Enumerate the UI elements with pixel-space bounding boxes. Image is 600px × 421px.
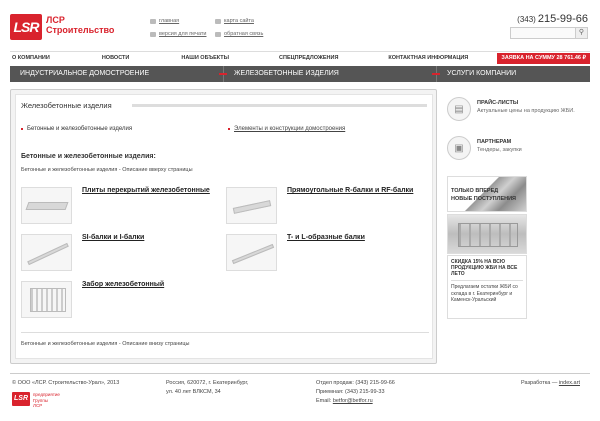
price-list-title: ПРАЙС-ЛИСТЫ (477, 100, 519, 106)
category-link[interactable]: Элементы и конструкции домостроения (228, 126, 345, 132)
warehouse-image[interactable] (447, 214, 527, 254)
category-current: Бетонные и железобетонные изделия (21, 126, 132, 132)
divider (21, 332, 429, 333)
description-bottom: Бетонные и железобетонные изделия - Опис… (21, 341, 190, 347)
category-link-label: Элементы и конструкции домостроения (234, 126, 346, 132)
product-item[interactable]: SI-балки и I-балки (21, 234, 144, 271)
category-current-label: Бетонные и железобетонные изделия (27, 126, 133, 132)
email-label: Email: (316, 398, 332, 404)
footer-contacts: Отдел продаж: (343) 215-99-66 Приемная: … (316, 379, 395, 406)
phone-code: (343) (517, 15, 536, 24)
product-item[interactable]: T- и L-образные балки (226, 234, 365, 271)
nav-offers[interactable]: СПЕЦПРЕДЛОЖЕНИЯ (279, 55, 338, 61)
header-phone: (343) 215-99-66 (517, 13, 588, 25)
footer-logo-mark[interactable]: LSR (12, 392, 30, 406)
product-item[interactable]: Забор железобетонный (21, 281, 164, 318)
print-version-link[interactable]: версия для печати (150, 31, 206, 37)
product-thumbnail[interactable] (226, 187, 277, 224)
nav-contacts[interactable]: КОНТАКТНАЯ ИНФОРМАЦИЯ (388, 55, 468, 61)
sitemap-link[interactable]: карта сайта (215, 18, 254, 24)
address-line-2: ул. 40 лет ВЛКСМ, 34 (166, 389, 221, 395)
discount-title: СКИДКА 15% НА ВСЮ ПРОДУКЦИЮ ЖБИ НА ВСЕ Л… (451, 259, 518, 277)
product-link[interactable]: SI-балки и I-балки (82, 234, 144, 241)
logo-line-2: Строительство (46, 25, 115, 35)
partners-subtitle: Тендеры, закупки (477, 147, 522, 153)
product-thumbnail[interactable] (21, 187, 72, 224)
banner-line-1: ТОЛЬКО ВПЕРЕД (451, 188, 499, 194)
nav-concrete-label: ЖЕЛЕЗОБЕТОННЫЕ ИЗДЕЛИЯ (234, 70, 339, 77)
banner-line-2: НОВЫЕ ПОСТУПЛЕНИЯ (451, 196, 517, 202)
price-list-link[interactable]: ▤ ПРАЙС-ЛИСТЫ Актуальные цены на продукц… (447, 97, 575, 121)
home-icon (150, 18, 156, 24)
order-promo-button[interactable]: ЗАЯВКА НА СУММУ 28 761.46 ₽ (497, 53, 590, 64)
feedback-link[interactable]: обратная связь (215, 31, 263, 37)
nav-about[interactable]: О КОМПАНИИ (12, 55, 50, 61)
section-title: Железобетонные изделия (21, 101, 112, 110)
new-arrivals-banner[interactable]: ТОЛЬКО ВПЕРЕД НОВЫЕ ПОСТУПЛЕНИЯ (447, 176, 527, 212)
footer-logo-line: предприятие (33, 392, 60, 397)
email-line: Email: betfor@betfor.ru (316, 397, 395, 406)
product-thumbnail[interactable] (226, 234, 277, 271)
nav-services-label: УСЛУГИ КОМПАНИИ (447, 70, 517, 77)
section-title-bar (132, 104, 427, 107)
product-thumbnail[interactable] (21, 281, 72, 318)
nav-concrete[interactable]: ЖЕЛЕЗОБЕТОННЫЕ ИЗДЕЛИЯ (224, 66, 440, 82)
discount-box[interactable]: СКИДКА 15% НА ВСЮ ПРОДУКЦИЮ ЖБИ НА ВСЕ Л… (447, 255, 527, 319)
product-link[interactable]: Забор железобетонный (82, 281, 164, 288)
product-item[interactable]: Прямоугольные R-балки и RF-балки (226, 187, 413, 224)
print-icon (150, 31, 156, 37)
nav-news[interactable]: НОВОСТИ (102, 55, 130, 61)
content-inner: Железобетонные изделия Бетонные и железо… (15, 94, 433, 359)
main-nav: ИНДУСТРИАЛЬНОЕ ДОМОСТРОЕНИЕ ЖЕЛЕЗОБЕТОНН… (10, 66, 590, 82)
address-line-1: Россия, 620072, г. Екатеринбург, (166, 380, 249, 386)
nav-services[interactable]: УСЛУГИ КОМПАНИИ (437, 66, 590, 82)
mail-icon (215, 31, 221, 37)
products-subheading: Бетонные и железобетонные изделия: (21, 153, 156, 160)
logo-line-1: ЛСР (46, 15, 65, 25)
feedback-link-label: обратная связь (224, 31, 264, 37)
partners-title: ПАРТНЕРАМ (477, 139, 512, 145)
bullet-icon (21, 128, 23, 130)
briefcase-icon: ▣ (447, 136, 471, 160)
product-link[interactable]: T- и L-образные балки (287, 234, 365, 241)
bullet-icon (228, 128, 230, 130)
content-panel: Железобетонные изделия Бетонные и железо… (10, 89, 437, 364)
logo-mark[interactable]: LSR (10, 14, 42, 40)
footer-divider (10, 373, 590, 374)
description-top: Бетонные и железобетонные изделия - Опис… (21, 167, 193, 173)
product-link[interactable]: Плиты перекрытий железобетонные (82, 187, 210, 194)
developer-label: Разработка — (521, 380, 558, 386)
search-input[interactable]: ⚲ (510, 27, 588, 39)
search-icon[interactable]: ⚲ (575, 28, 587, 38)
sales-phone: Отдел продаж: (343) 215-99-66 (316, 380, 395, 386)
sitemap-link-label: карта сайта (224, 18, 254, 24)
product-thumbnail[interactable] (21, 234, 72, 271)
partners-link[interactable]: ▣ ПАРТНЕРАМ Тендеры, закупки (447, 136, 522, 160)
developer-link[interactable]: index.art (559, 380, 580, 386)
home-link[interactable]: главная (150, 18, 179, 24)
reception-phone: Приемная: (343) 215-99-33 (316, 389, 385, 395)
copyright: © ООО «ЛСР. Строительство-Урал», 2013 (12, 380, 120, 386)
nav-industrial-label: ИНДУСТРИАЛЬНОЕ ДОМОСТРОЕНИЕ (20, 70, 150, 77)
sitemap-icon (215, 18, 221, 24)
price-list-subtitle: Актуальные цены на продукцию ЖБИ. (477, 108, 575, 114)
print-link-label: версия для печати (159, 31, 207, 37)
product-item[interactable]: Плиты перекрытий железобетонные (21, 187, 210, 224)
price-list-icon: ▤ (447, 97, 471, 121)
discount-description: Предлагаем остатки ЖБИ со склада в г. Ек… (451, 284, 518, 303)
email-link[interactable]: betfor@betfor.ru (333, 398, 373, 404)
footer-logo-line: ЛСР (33, 403, 43, 408)
warehouse-structure (458, 223, 518, 247)
nav-industrial[interactable]: ИНДУСТРИАЛЬНОЕ ДОМОСТРОЕНИЕ (10, 66, 227, 82)
phone-number: 215-99-66 (537, 13, 588, 25)
logo-text[interactable]: ЛСР Строительство (46, 15, 114, 35)
footer-logo-text: предприятие Группы ЛСР (33, 392, 60, 409)
nav-objects[interactable]: НАШИ ОБЪЕКТЫ (181, 55, 229, 61)
top-nav: О КОМПАНИИ НОВОСТИ НАШИ ОБЪЕКТЫ СПЕЦПРЕД… (10, 51, 590, 64)
footer-address: Россия, 620072, г. Екатеринбург, ул. 40 … (166, 379, 248, 397)
developer-credit: Разработка — index.art (521, 379, 580, 388)
product-link[interactable]: Прямоугольные R-балки и RF-балки (287, 187, 413, 194)
home-link-label: главная (159, 18, 180, 24)
